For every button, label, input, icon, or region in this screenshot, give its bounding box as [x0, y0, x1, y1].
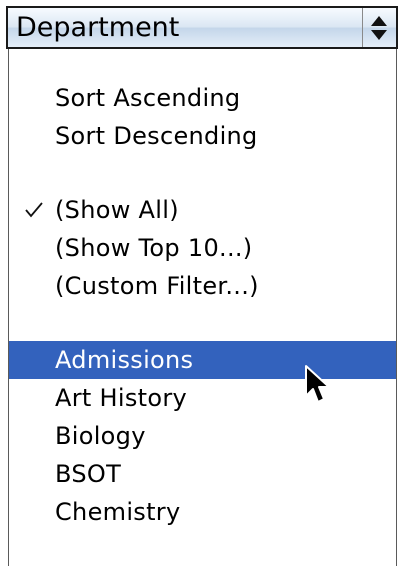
menu-item-label: Biology [55, 422, 146, 450]
menu-item-biology[interactable]: Biology [9, 417, 396, 455]
menu-item-label: Admissions [55, 346, 194, 374]
filter-menu: Sort Ascending Sort Descending (Show All… [8, 49, 397, 566]
menu-item-chemistry[interactable]: Chemistry [9, 493, 396, 531]
arrow-pointer-icon [305, 365, 330, 403]
menu-item-label: Chemistry [55, 498, 181, 526]
menu-item-label: Sort Ascending [55, 84, 241, 112]
menu-item-sort-descending[interactable]: Sort Descending [9, 117, 396, 155]
menu-item-label: BSOT [55, 460, 122, 488]
menu-item-label: Sort Descending [55, 122, 258, 150]
menu-item-label: Art History [55, 384, 188, 412]
popup-selected-value: Department [16, 12, 180, 43]
autofilter-dropdown: Department Sort Ascending Sort Descendin… [0, 0, 404, 566]
menu-item-show-top-10[interactable]: (Show Top 10...) [9, 229, 396, 267]
menu-item-bsot[interactable]: BSOT [9, 455, 396, 493]
updown-arrows-icon [371, 16, 387, 40]
menu-item-admissions[interactable]: Admissions [9, 341, 396, 379]
menu-item-label: (Custom Filter...) [55, 272, 259, 300]
popup-divider [362, 8, 363, 47]
menu-item-sort-ascending[interactable]: Sort Ascending [9, 79, 396, 117]
menu-item-label: (Show Top 10...) [55, 234, 253, 262]
department-popup-button[interactable]: Department [6, 6, 398, 49]
menu-item-art-history[interactable]: Art History [9, 379, 396, 417]
menu-item-custom-filter[interactable]: (Custom Filter...) [9, 267, 396, 305]
menu-item-label: (Show All) [55, 196, 179, 224]
menu-item-show-all[interactable]: (Show All) [9, 191, 396, 229]
checkmark-icon [25, 202, 43, 218]
